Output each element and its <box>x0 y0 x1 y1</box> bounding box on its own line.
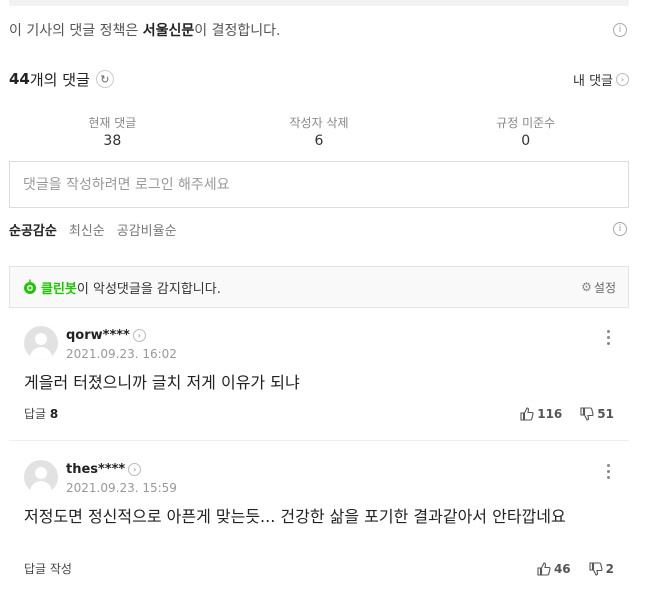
cleanbot-name: 클린봇 <box>41 281 77 297</box>
gear-icon: ⚙ <box>581 280 592 294</box>
more-options-icon[interactable] <box>607 464 611 482</box>
cleanbot-settings-button[interactable]: ⚙ 설정 <box>581 279 628 296</box>
dislike-button[interactable]: 51 <box>580 407 614 421</box>
like-button[interactable]: 46 <box>537 562 571 576</box>
chevron-right-icon[interactable]: › <box>132 329 146 342</box>
cleanbot-banner: 클린봇 이 악성댓글을 감지합니다. ⚙ 설정 <box>9 266 629 308</box>
dislike-button[interactable]: 2 <box>589 562 614 576</box>
my-comments-link[interactable]: 내 댓글 › <box>573 70 629 89</box>
stat-violations: 규정 미준수 0 <box>496 116 556 149</box>
sort-info-icon[interactable]: i <box>613 222 627 236</box>
thumb-down-icon <box>589 561 603 576</box>
stat-current: 현재 댓글 38 <box>88 116 137 149</box>
avatar[interactable] <box>24 326 58 360</box>
comment-item: thes**** › 2021.09.23. 15:59 저정도면 정신적으로 … <box>9 450 629 590</box>
comment-count: 44 <box>9 70 30 88</box>
thumb-down-icon <box>580 406 594 421</box>
sort-option-latest[interactable]: 최신순 <box>69 220 105 239</box>
reply-count: 8 <box>49 407 59 421</box>
sort-row: 순공감순 최신순 공감비율순 i <box>9 219 629 239</box>
info-icon[interactable]: i <box>613 23 627 37</box>
thumb-up-icon <box>537 561 551 576</box>
reply-button[interactable]: 답글 작성 <box>24 560 72 577</box>
avatar[interactable] <box>24 460 58 494</box>
thumb-up-icon <box>520 406 534 421</box>
publisher-name: 서울신문 <box>142 23 195 39</box>
comment-count-row: 44 개의 댓글 ↻ 내 댓글 › <box>9 68 629 90</box>
sort-option-ratio[interactable]: 공감비율순 <box>117 220 177 239</box>
stat-deleted: 작성자 삭제 6 <box>289 116 349 149</box>
top-divider <box>9 0 629 6</box>
like-button[interactable]: 116 <box>520 407 562 421</box>
comment-item: qorw**** › 2021.09.23. 16:02 게을러 터졌으니까 글… <box>9 316 629 441</box>
chevron-right-icon: › <box>616 72 629 86</box>
comment-input-box[interactable] <box>9 161 629 208</box>
comment-username[interactable]: qorw**** <box>66 328 130 343</box>
comment-text: 저정도면 정신적으로 아픈게 맞는듯... 건강한 삶을 포기한 결과같아서 안… <box>24 507 566 526</box>
comment-policy: 이 기사의 댓글 정책은 서울신문이 결정합니다. i <box>9 20 629 40</box>
comment-text: 게을러 터졌으니까 글치 저게 이유가 되냐 <box>24 373 300 392</box>
policy-text: 이 기사의 댓글 정책은 서울신문이 결정합니다. <box>9 23 281 39</box>
cleanbot-text: 이 악성댓글을 감지합니다. <box>76 281 221 297</box>
comment-username[interactable]: thes**** <box>66 462 125 477</box>
more-options-icon[interactable] <box>607 330 611 348</box>
comment-input[interactable] <box>10 176 628 193</box>
chevron-right-icon[interactable]: › <box>128 463 142 476</box>
refresh-icon[interactable]: ↻ <box>95 70 114 88</box>
sort-option-recommended[interactable]: 순공감순 <box>9 220 57 239</box>
comment-date: 2021.09.23. 16:02 <box>66 347 177 361</box>
reply-button[interactable]: 답글 8 <box>24 405 58 422</box>
comment-stats: 현재 댓글 38 작성자 삭제 6 규정 미준수 0 <box>9 114 629 149</box>
comment-count-label: 개의 댓글 <box>29 70 90 89</box>
comment-date: 2021.09.23. 15:59 <box>66 481 177 495</box>
cleanbot-icon <box>24 279 36 294</box>
